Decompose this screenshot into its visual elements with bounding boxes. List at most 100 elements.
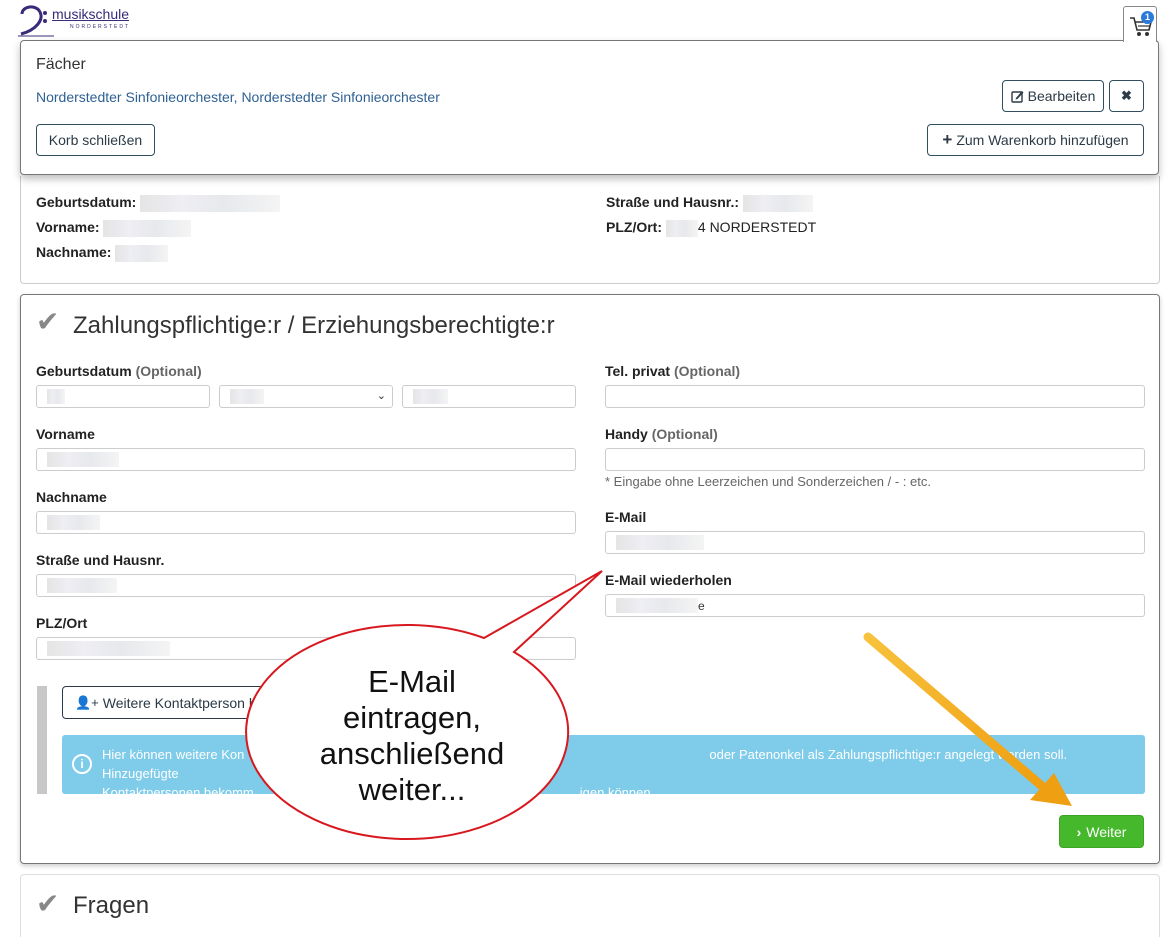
edit-icon	[1010, 90, 1024, 103]
redacted-value	[742, 194, 813, 212]
next-button-label: Weiter	[1086, 823, 1127, 840]
city-value: 4 NORDERSTEDT	[697, 219, 817, 235]
edit-button-label: Bearbeiten	[1027, 88, 1096, 104]
payer-section-title: Zahlungspflichtige:r / Erziehungsberecht…	[73, 312, 555, 339]
payer-card: ✔ Zahlungspflichtige:r / Erziehungsberec…	[20, 294, 1160, 864]
contact-sidebar-accent	[37, 686, 47, 794]
email-repeat-label: E-Mail wiederholen	[605, 572, 732, 588]
logo-subtext: NORDERSTEDT	[70, 24, 131, 30]
bubble-line-2: eintragen,	[343, 700, 481, 735]
redacted-value	[140, 194, 281, 212]
phone-label: Tel. privat (Optional)	[605, 363, 740, 379]
bubble-line-1: E-Mail	[368, 664, 456, 699]
birthdate-label-text: Geburtsdatum	[36, 363, 132, 379]
email-repeat-input[interactable]: e	[605, 594, 1145, 617]
phone-input[interactable]	[605, 385, 1145, 408]
close-cart-label: Korb schließen	[48, 132, 143, 148]
lastname-input[interactable]	[36, 511, 576, 534]
city-label: PLZ/Ort:	[606, 219, 662, 235]
redacted-value	[47, 389, 65, 404]
cart-item-link[interactable]: Norderstedter Sinfonieorchester, Norders…	[36, 89, 440, 105]
bass-clef-logo-icon	[18, 5, 54, 37]
student-lastname: Nachname:	[36, 244, 169, 262]
street-input[interactable]	[36, 574, 576, 597]
popover-title: Fächer	[36, 56, 86, 73]
next-button[interactable]: › Weiter	[1059, 815, 1144, 848]
alert-line-1a: Hier können weitere Kon	[102, 747, 245, 762]
birth-year-input[interactable]	[402, 385, 576, 408]
alert-line-2b: igen können.	[579, 785, 655, 800]
email-input[interactable]	[605, 531, 1145, 554]
cart-popover: Fächer Norderstedter Sinfonieorchester, …	[20, 40, 1159, 175]
redacted-value	[47, 515, 100, 530]
redacted-value	[115, 244, 169, 262]
bubble-line-4: weiter...	[358, 772, 466, 807]
optional-hint: (Optional)	[673, 363, 741, 379]
alert-text: Hier können weitere Kon oder Patenonkel a…	[102, 745, 1122, 802]
redacted-value	[230, 389, 264, 404]
mobile-input[interactable]	[605, 448, 1145, 471]
mobile-label-text: Handy	[605, 426, 648, 442]
email-tail-text: e	[698, 598, 705, 613]
student-summary-card: Geburtsdatum: Vorname: Nachname: Straße …	[20, 176, 1160, 284]
redacted-value	[616, 598, 698, 613]
city-input[interactable]	[36, 637, 576, 660]
alert-line-1b: oder Patenonkel als Zahlungspflichtige:r…	[102, 747, 1068, 781]
firstname-label: Vorname	[36, 426, 95, 442]
musikschule-logo[interactable]: musikschule NORDERSTEDT	[18, 4, 138, 38]
logo-text: musikschule	[52, 6, 130, 22]
birthdate-label: Geburtsdatum:	[36, 194, 137, 210]
edit-button[interactable]: Bearbeiten	[1002, 80, 1104, 112]
bubble-line-3: anschließend	[319, 736, 505, 771]
redacted-value	[47, 578, 117, 593]
firstname-label: Vorname:	[36, 219, 100, 235]
email-label: E-Mail	[605, 509, 647, 525]
cart-count-badge: 1	[1141, 11, 1154, 24]
lastname-label: Nachname:	[36, 244, 112, 260]
top-bar: musikschule NORDERSTEDT 1	[0, 0, 1175, 42]
chevron-right-icon: ›	[1076, 823, 1082, 840]
add-to-cart-label: Zum Warenkorb hinzufügen	[956, 132, 1129, 148]
annotation-bubble-text: E-Mail eintragen, anschließend weiter...	[262, 664, 562, 808]
street-label: Straße und Hausnr.	[36, 552, 165, 568]
birth-day-input[interactable]	[36, 385, 210, 408]
add-contact-label: Weitere Kontaktperson hin	[102, 694, 268, 711]
optional-hint: (Optional)	[651, 426, 718, 442]
checkmark-icon: ✔	[36, 306, 60, 337]
student-street: Straße und Hausnr.:	[606, 194, 813, 212]
chevron-down-icon: ⌄	[376, 390, 386, 402]
cart-button[interactable]: 1	[1123, 6, 1157, 42]
add-contact-button[interactable]: 👤+ Weitere Kontaktperson hin	[62, 686, 272, 719]
redacted-value	[47, 452, 119, 467]
checkmark-icon: ✔	[36, 888, 60, 919]
student-city: PLZ/Ort: 4 NORDERSTEDT	[606, 219, 816, 237]
plus-icon: +	[942, 130, 953, 149]
city-label: PLZ/Ort	[36, 615, 88, 631]
birth-month-select[interactable]: ⌄	[219, 385, 393, 408]
student-firstname: Vorname:	[36, 219, 192, 237]
redacted-value	[665, 219, 698, 237]
redacted-value	[616, 535, 704, 550]
close-cart-button[interactable]: Korb schließen	[36, 124, 155, 156]
questions-card: ✔ Fragen	[20, 874, 1160, 937]
birthdate-label: Geburtsdatum (Optional)	[36, 363, 202, 379]
street-label: Straße und Hausnr.:	[606, 194, 740, 210]
mobile-hint: * Eingabe ohne Leerzeichen und Sonderzei…	[605, 474, 931, 489]
close-icon: ✖	[1121, 88, 1132, 103]
mobile-label: Handy (Optional)	[605, 426, 718, 442]
alert-line-2a: Kontaktpersonen bekomm	[102, 785, 254, 800]
firstname-input[interactable]	[36, 448, 576, 471]
redacted-value	[103, 219, 192, 237]
optional-hint: (Optional)	[135, 363, 202, 379]
remove-item-button[interactable]: ✖	[1109, 80, 1144, 112]
phone-label-text: Tel. privat	[605, 363, 671, 379]
lastname-label: Nachname	[36, 489, 107, 505]
student-birthdate: Geburtsdatum:	[36, 194, 281, 212]
add-user-icon: 👤+	[75, 694, 99, 710]
info-alert: i Hier können weitere Kon oder Patenonkel…	[62, 735, 1145, 800]
questions-title: Fragen	[73, 892, 150, 919]
redacted-value	[413, 389, 448, 404]
redacted-value	[47, 641, 170, 656]
add-to-cart-button[interactable]: + Zum Warenkorb hinzufügen	[927, 124, 1144, 156]
info-icon: i	[72, 754, 92, 774]
